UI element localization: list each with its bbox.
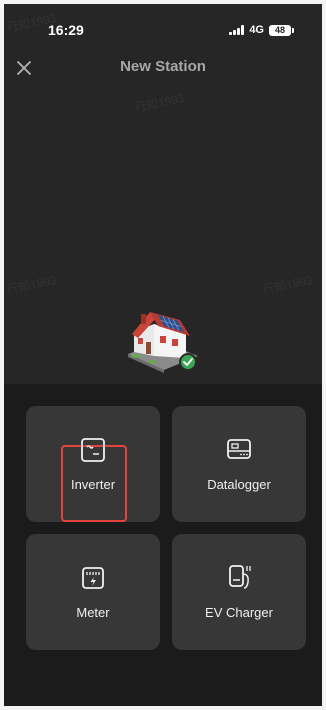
status-time: 16:29: [48, 22, 84, 38]
watermark: 行知1993: [5, 272, 58, 298]
watermark: 行知1993: [261, 272, 314, 298]
device-selection-panel: Inverter Datalogger Meter EV Charger: [4, 384, 322, 706]
datalogger-icon: [227, 439, 251, 459]
check-icon: [183, 358, 193, 366]
signal-icon: [229, 25, 245, 35]
status-indicators: 4G 48: [229, 24, 294, 36]
device-label-datalogger: Datalogger: [207, 477, 271, 492]
device-tile-datalogger[interactable]: Datalogger: [172, 406, 306, 522]
device-tile-ev-charger[interactable]: EV Charger: [172, 534, 306, 650]
battery-icon: 48: [269, 24, 291, 36]
device-tile-inverter[interactable]: Inverter: [26, 406, 160, 522]
network-type: 4G: [249, 24, 264, 36]
app-screen: 行知1993 行知1993 行知1993 行知1993 行知1993 行知199…: [4, 4, 322, 706]
header: New Station: [4, 50, 322, 86]
device-label-ev-charger: EV Charger: [205, 605, 273, 620]
device-tile-meter[interactable]: Meter: [26, 534, 160, 650]
page-title: New Station: [120, 58, 206, 75]
check-badge: [179, 353, 197, 371]
device-label-inverter: Inverter: [70, 477, 116, 492]
device-label-meter: Meter: [76, 605, 110, 620]
ev-charger-icon: [229, 565, 251, 589]
status-bar: 16:29 4G 48: [4, 4, 322, 54]
battery-level: 48: [274, 25, 285, 35]
house-illustration: [124, 304, 200, 374]
inverter-icon: [81, 438, 105, 462]
meter-icon: [82, 567, 104, 589]
battery-tip: [292, 27, 294, 33]
watermark: 行知1993: [133, 90, 186, 116]
